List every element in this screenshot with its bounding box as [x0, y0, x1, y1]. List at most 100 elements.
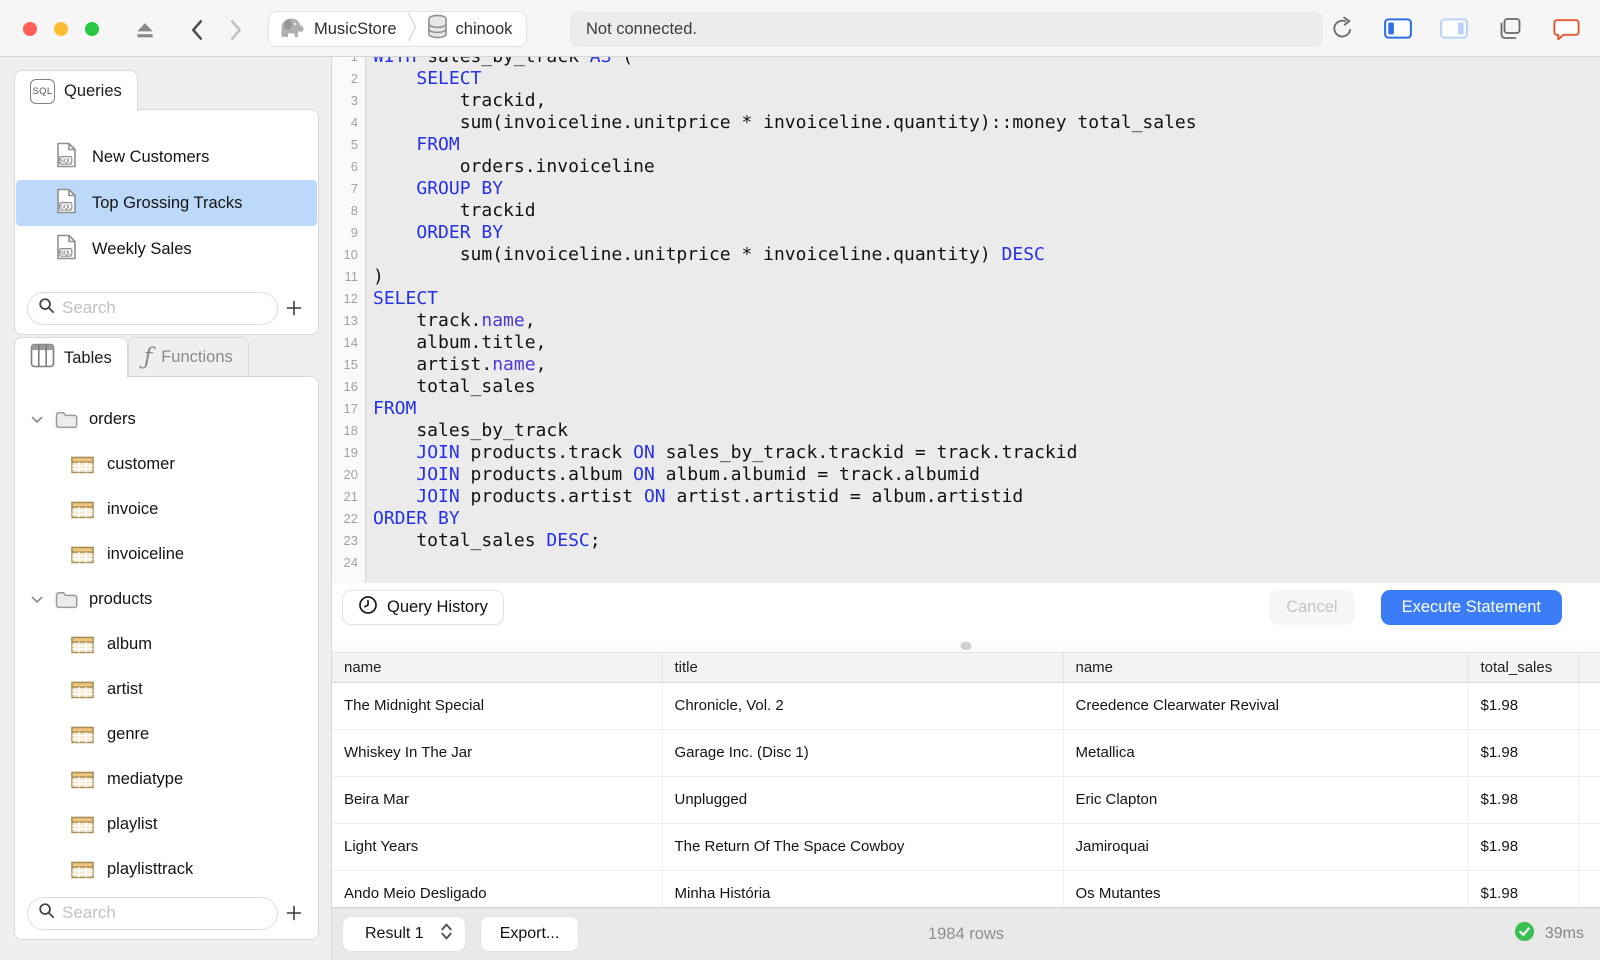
- line-number: 7: [350, 181, 358, 196]
- toggle-left-sidebar-button[interactable]: [1384, 15, 1412, 43]
- tree-group-row[interactable]: orders: [15, 397, 318, 442]
- result-selector[interactable]: Result 1: [342, 916, 466, 952]
- tree-table-row[interactable]: invoice: [15, 487, 318, 532]
- tree-table-row[interactable]: genre: [15, 712, 318, 757]
- results-body: The Midnight Special Chronicle, Vol. 2 Cre…: [332, 682, 1600, 907]
- results-cell[interactable]: Jamiroquai: [1063, 823, 1469, 871]
- tab-tables[interactable]: Tables: [14, 337, 128, 378]
- sql-editor[interactable]: 1WITH sales_by_track AS (2 SELECT3 track…: [332, 57, 1600, 583]
- breadcrumb-server[interactable]: MusicStore: [279, 16, 397, 43]
- results-row[interactable]: Light Years The Return Of The Space Cowbo…: [332, 823, 1600, 871]
- tree-table-row[interactable]: playlist: [15, 802, 318, 847]
- line-number: 12: [343, 291, 358, 306]
- tab-queries[interactable]: SQL Queries: [14, 70, 138, 111]
- toggle-right-sidebar-button[interactable]: [1440, 15, 1468, 43]
- query-item[interactable]: SQL Weekly Sales: [16, 226, 317, 272]
- results-column-header[interactable]: total_sales: [1468, 653, 1579, 683]
- query-history-button[interactable]: Query History: [342, 590, 504, 625]
- table-icon: [71, 861, 94, 879]
- results-cell[interactable]: Metallica: [1063, 729, 1469, 777]
- close-window-button[interactable]: [23, 22, 37, 36]
- table-icon: [71, 816, 94, 834]
- tree-table-row[interactable]: customer: [15, 442, 318, 487]
- tables-search-input[interactable]: [62, 903, 267, 923]
- results-column-header[interactable]: name: [1063, 653, 1469, 683]
- results-cell[interactable]: Unplugged: [662, 776, 1064, 824]
- results-cell[interactable]: Creedence Clearwater Revival: [1063, 682, 1469, 730]
- results-row[interactable]: Ando Meio Desligado Minha História Os Muta…: [332, 870, 1600, 907]
- results-cell[interactable]: Minha História: [662, 870, 1064, 907]
- results-cell[interactable]: Garage Inc. (Disc 1): [662, 729, 1064, 777]
- results-cell[interactable]: Whiskey In The Jar: [332, 729, 663, 777]
- results-row[interactable]: The Midnight Special Chronicle, Vol. 2 Cre…: [332, 682, 1600, 730]
- results-cell[interactable]: Beira Mar: [332, 776, 663, 824]
- results-cell[interactable]: Light Years: [332, 823, 663, 871]
- results-column-header[interactable]: title: [662, 653, 1064, 683]
- results-cell[interactable]: $1.98: [1468, 682, 1579, 730]
- minimize-window-button[interactable]: [54, 22, 68, 36]
- code-text: ORDER BY: [373, 508, 460, 529]
- table-columns-icon: [30, 343, 55, 373]
- results-cell[interactable]: $1.98: [1468, 776, 1579, 824]
- results-cell[interactable]: Os Mutantes: [1063, 870, 1469, 907]
- results-cell[interactable]: $1.98: [1468, 823, 1579, 871]
- query-item[interactable]: SQL New Customers: [16, 134, 317, 180]
- cancel-button[interactable]: Cancel: [1269, 590, 1355, 625]
- eject-button[interactable]: [132, 17, 158, 43]
- new-window-icon[interactable]: [1496, 15, 1524, 43]
- chevron-down-icon[interactable]: [31, 416, 45, 424]
- breadcrumb-database[interactable]: chinook: [427, 14, 512, 44]
- zoom-window-button[interactable]: [85, 22, 99, 36]
- code-line: 10 sum(invoiceline.unitprice * invoiceli…: [332, 244, 1600, 266]
- query-item[interactable]: SQL Top Grossing Tracks: [16, 180, 317, 226]
- results-row[interactable]: Beira Mar Unplugged Eric Clapton $1.98: [332, 776, 1600, 824]
- line-number: 23: [343, 533, 358, 548]
- line-number: 17: [343, 401, 358, 416]
- export-button[interactable]: Export...: [479, 916, 580, 952]
- tree-table-row[interactable]: album: [15, 622, 318, 667]
- tree-table-row[interactable]: artist: [15, 667, 318, 712]
- results-cell[interactable]: $1.98: [1468, 870, 1579, 907]
- results-cell[interactable]: The Midnight Special: [332, 682, 663, 730]
- table-icon: [71, 726, 94, 744]
- results-cell[interactable]: Eric Clapton: [1063, 776, 1469, 824]
- code-line: 18 sales_by_track: [332, 420, 1600, 442]
- results-cell[interactable]: Chronicle, Vol. 2: [662, 682, 1064, 730]
- tree-table-label: artist: [107, 680, 143, 698]
- results-column-header[interactable]: name: [332, 653, 663, 683]
- back-button[interactable]: [183, 17, 209, 43]
- results-cell[interactable]: $1.98: [1468, 729, 1579, 777]
- line-number: 13: [343, 313, 358, 328]
- line-number: 21: [343, 489, 358, 504]
- forward-button[interactable]: [223, 17, 249, 43]
- folder-icon: [55, 591, 78, 609]
- tab-functions[interactable]: ƒ Functions: [127, 337, 249, 377]
- tree-table-row[interactable]: invoiceline: [15, 532, 318, 577]
- stepper-icon: [440, 921, 453, 947]
- results-cell[interactable]: Ando Meio Desligado: [332, 870, 663, 907]
- code-text: ): [373, 266, 384, 287]
- tables-search-field[interactable]: [27, 896, 278, 930]
- tree-table-row[interactable]: mediatype: [15, 757, 318, 802]
- tree-table-row[interactable]: playlisttrack: [15, 847, 318, 883]
- feedback-chat-button[interactable]: [1552, 15, 1580, 43]
- tree-group-row[interactable]: products: [15, 577, 318, 622]
- results-cell[interactable]: The Return Of The Space Cowboy: [662, 823, 1064, 871]
- svg-text:SQL: SQL: [60, 158, 71, 164]
- refresh-button[interactable]: [1328, 15, 1356, 43]
- code-text: sum(invoiceline.unitprice * invoiceline.…: [373, 112, 1197, 133]
- results-row[interactable]: Whiskey In The Jar Garage Inc. (Disc 1) Me…: [332, 729, 1600, 777]
- line-number: 1: [332, 57, 366, 68]
- results-cell-filler: [1578, 776, 1600, 824]
- execute-statement-button[interactable]: Execute Statement: [1380, 590, 1562, 625]
- line-number: 2: [350, 71, 358, 86]
- code-line: 24: [332, 552, 1600, 574]
- queries-search-field[interactable]: [27, 291, 278, 325]
- breadcrumb: MusicStore chinook: [268, 11, 528, 47]
- status-bar: Result 1 Export... 1984 rows 39ms: [332, 907, 1600, 960]
- add-table-button[interactable]: [278, 905, 310, 921]
- chevron-down-icon[interactable]: [31, 596, 45, 604]
- results-splitter-handle[interactable]: [332, 640, 1600, 652]
- add-query-button[interactable]: [278, 300, 310, 316]
- queries-search-input[interactable]: [62, 298, 267, 318]
